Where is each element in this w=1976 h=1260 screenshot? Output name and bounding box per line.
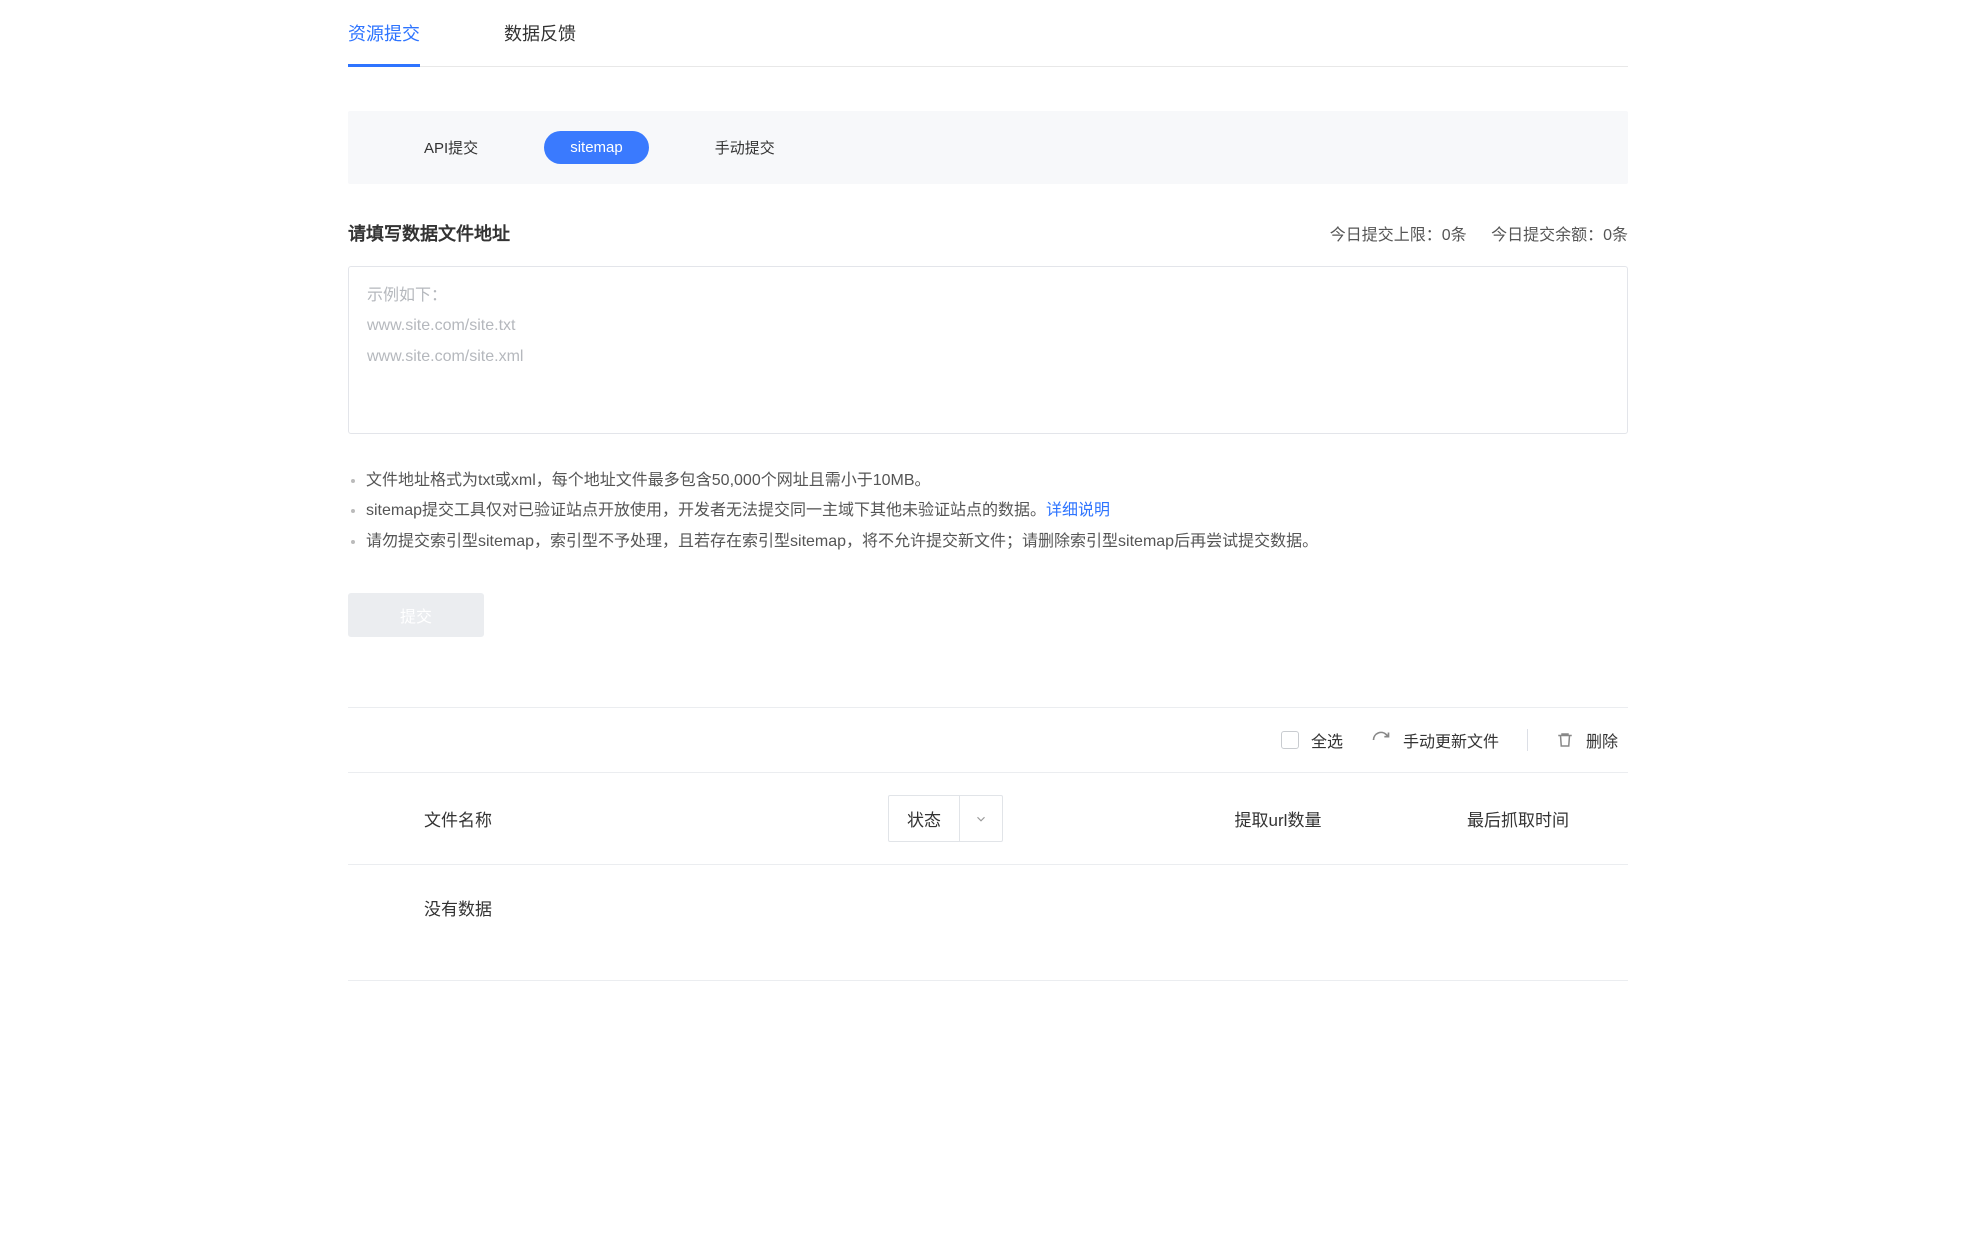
- action-divider: [1527, 729, 1528, 751]
- quota-limit: 今日提交上限：0条: [1330, 227, 1467, 244]
- sitemap-textarea-wrap[interactable]: 示例如下： www.site.com/site.txt www.site.com…: [348, 266, 1628, 434]
- col-header-time: 最后抓取时间: [1408, 806, 1628, 831]
- hint-item-text: sitemap提交工具仅对已验证站点开放使用，开发者无法提交同一主域下其他未验证…: [366, 502, 1046, 519]
- section-title: 请填写数据文件地址: [348, 220, 510, 246]
- refresh-label: 手动更新文件: [1403, 728, 1499, 752]
- table-head: 文件名称 状态 提取url数量 最后抓取时间: [348, 773, 1628, 865]
- top-tab-resource-submit[interactable]: 资源提交: [348, 4, 420, 66]
- select-all-label: 全选: [1311, 728, 1343, 752]
- refresh-group[interactable]: 手动更新文件: [1371, 728, 1499, 752]
- hint-item: 文件地址格式为txt或xml，每个地址文件最多包含50,000个网址且需小于10…: [366, 466, 1628, 496]
- delete-label: 删除: [1586, 728, 1618, 752]
- trash-icon: [1556, 731, 1574, 749]
- hint-detail-link[interactable]: 详细说明: [1046, 502, 1110, 519]
- sitemap-textarea-placeholder: 示例如下： www.site.com/site.txt www.site.com…: [367, 281, 1609, 372]
- table-actions: 全选 手动更新文件 删除: [348, 708, 1628, 773]
- top-tabs: 资源提交 数据反馈: [348, 0, 1628, 67]
- section-header: 请填写数据文件地址 今日提交上限：0条 今日提交余额：0条: [348, 220, 1628, 246]
- top-tab-data-feedback[interactable]: 数据反馈: [504, 4, 576, 66]
- sub-tab-sitemap[interactable]: sitemap: [544, 131, 649, 164]
- select-all-group[interactable]: 全选: [1281, 728, 1343, 752]
- hint-item: sitemap提交工具仅对已验证站点开放使用，开发者无法提交同一主域下其他未验证…: [366, 496, 1628, 526]
- sub-tab-manual[interactable]: 手动提交: [689, 129, 801, 166]
- status-filter-dropdown[interactable]: [959, 796, 1002, 841]
- status-filter: 状态: [888, 795, 1003, 842]
- sub-tabs: API提交 sitemap 手动提交: [348, 111, 1628, 184]
- quota-info: 今日提交上限：0条 今日提交余额：0条: [1310, 221, 1628, 245]
- delete-group[interactable]: 删除: [1556, 728, 1618, 752]
- chevron-down-icon: [974, 812, 988, 826]
- sub-tab-api[interactable]: API提交: [398, 129, 504, 166]
- refresh-icon: [1371, 730, 1391, 750]
- submit-button[interactable]: 提交: [348, 593, 484, 637]
- col-header-count: 提取url数量: [1148, 806, 1408, 831]
- hint-item: 请勿提交索引型sitemap，索引型不予处理，且若存在索引型sitemap，将不…: [366, 527, 1628, 557]
- sitemap-table: 全选 手动更新文件 删除 文件名称 状态: [348, 707, 1628, 981]
- quota-remaining: 今日提交余额：0条: [1491, 227, 1628, 244]
- status-filter-label: 状态: [889, 796, 959, 841]
- hint-list: 文件地址格式为txt或xml，每个地址文件最多包含50,000个网址且需小于10…: [348, 466, 1628, 557]
- select-all-checkbox[interactable]: [1281, 731, 1299, 749]
- col-header-name: 文件名称: [348, 806, 888, 831]
- col-header-status: 状态: [888, 795, 1148, 842]
- table-empty: 没有数据: [348, 865, 1628, 981]
